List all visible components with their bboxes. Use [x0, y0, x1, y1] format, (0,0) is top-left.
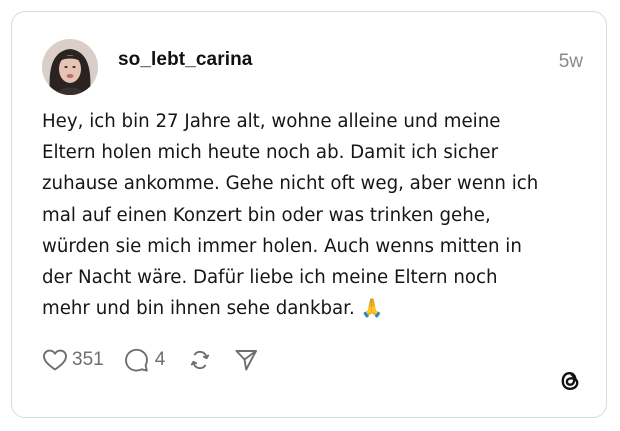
heart-icon — [42, 348, 68, 372]
threads-logo-icon — [556, 367, 584, 395]
repost-button[interactable] — [189, 348, 211, 372]
username[interactable]: so_lebt_carina — [118, 49, 252, 71]
send-icon — [234, 348, 258, 372]
reply-button[interactable]: 4 — [124, 348, 166, 373]
comment-icon — [124, 348, 149, 373]
action-bar: 351 4 — [42, 345, 258, 375]
like-count: 351 — [72, 349, 104, 370]
post-timestamp: 5w — [558, 51, 583, 72]
share-button[interactable] — [234, 348, 258, 372]
post-card: so_lebt_carina 5w Hey, ich bin 27 Jahre … — [11, 11, 607, 418]
avatar[interactable] — [42, 39, 98, 95]
repost-icon — [189, 348, 211, 372]
reply-count: 4 — [154, 349, 166, 370]
like-button[interactable]: 351 — [42, 348, 104, 372]
post-text: Hey, ich bin 27 Jahre alt, wohne alleine… — [42, 111, 539, 320]
